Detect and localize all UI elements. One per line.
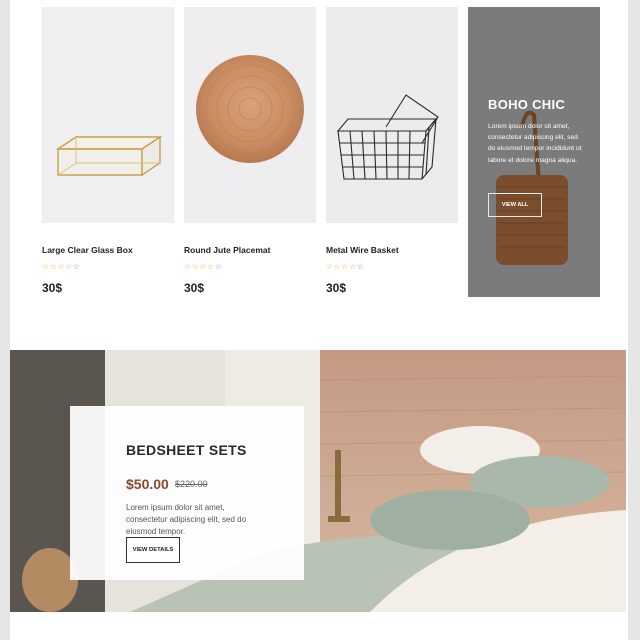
product-image-wire-basket[interactable] [326, 7, 458, 223]
wire-basket-image [326, 7, 458, 223]
product-price: 30$ [326, 281, 347, 295]
product-card[interactable]: Round Jute Placemat ☆☆☆☆☆ 30$ [184, 7, 316, 295]
product-card[interactable]: Large Clear Glass Box ☆☆☆☆☆ 30$ [42, 7, 174, 295]
product-card[interactable]: Metal Wire Basket ☆☆☆☆☆ 30$ [326, 7, 458, 295]
promo-description: Lorem ipsum dolor sit amet, consectetur … [488, 123, 582, 164]
promo-title: BOHO CHIC [488, 97, 566, 112]
rating-stars-icon: ☆☆☆☆ [326, 262, 357, 271]
banner-old-price: $220.00 [175, 479, 208, 489]
rating-stars: ☆☆☆☆☆ [42, 262, 80, 271]
rating-stars-icon: ☆☆☆☆ [184, 262, 215, 271]
rating-stars: ☆☆☆☆☆ [184, 262, 222, 271]
jute-placemat-image [184, 7, 316, 223]
banner-title: BEDSHEET SETS [126, 442, 247, 458]
product-price: 30$ [42, 281, 63, 295]
rating-star-icon: ☆ [214, 262, 223, 271]
rating-star-icon: ☆ [356, 262, 365, 271]
banner-price: $50.00 [126, 476, 169, 492]
view-all-button[interactable]: VIEW ALL [488, 193, 542, 217]
view-details-button[interactable]: VIEW DETAILS [126, 537, 180, 563]
product-image-glass-box[interactable] [42, 7, 174, 223]
rating-stars: ☆☆☆☆☆ [326, 262, 364, 271]
bedsheet-info-box: BEDSHEET SETS $50.00 $220.00 Lorem ipsum… [70, 406, 304, 580]
rating-star-icon: ☆ [72, 262, 81, 271]
product-name[interactable]: Large Clear Glass Box [42, 245, 133, 255]
boho-chic-promo: BOHO CHIC Lorem ipsum dolor sit amet, co… [468, 7, 600, 297]
bedsheet-banner: BEDSHEET SETS $50.00 $220.00 Lorem ipsum… [10, 350, 626, 612]
product-name[interactable]: Round Jute Placemat [184, 245, 270, 255]
rating-stars-icon: ☆☆☆☆ [42, 262, 73, 271]
product-price: 30$ [184, 281, 205, 295]
product-name[interactable]: Metal Wire Basket [326, 245, 399, 255]
glass-box-image [42, 7, 174, 223]
product-image-jute-placemat[interactable] [184, 7, 316, 223]
banner-description: Lorem ipsum dolor sit amet, consectetur … [126, 503, 247, 536]
